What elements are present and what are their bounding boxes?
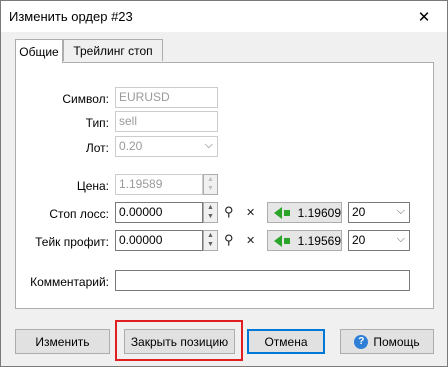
spin-up-icon: ▲ <box>207 176 214 183</box>
clear-x-icon[interactable]: ✕ <box>246 206 255 219</box>
chevron-down-icon: ⌵ <box>396 205 405 217</box>
window-title: Изменить ордер #23 <box>9 9 133 24</box>
close-position-button[interactable]: Закрыть позицию <box>124 329 235 354</box>
take-profit-points: 20 <box>352 233 366 247</box>
lot-select: 0.20 ⌵ <box>115 136 218 157</box>
spin-down-icon[interactable]: ▼ <box>204 240 217 249</box>
spin-down-icon: ▼ <box>207 185 214 192</box>
pipette-icon[interactable]: ⚲ <box>224 204 234 220</box>
take-profit-market-price: 1.19569 <box>297 233 341 248</box>
tab-general[interactable]: Общие <box>15 39 63 63</box>
stop-loss-points-select[interactable]: 20 ⌵ <box>348 202 410 223</box>
stop-loss-spinner[interactable]: ▲ ▼ <box>203 202 218 223</box>
modify-button[interactable]: Изменить <box>15 329 110 354</box>
stop-loss-label: Стоп лосс: <box>49 207 109 221</box>
type-field: sell <box>115 111 218 132</box>
cancel-button[interactable]: Отмена <box>247 329 325 354</box>
spin-down-icon[interactable]: ▼ <box>204 212 217 221</box>
take-profit-spinner[interactable]: ▲ ▼ <box>203 230 218 251</box>
lot-value: 0.20 <box>119 139 143 153</box>
tab-trailing-stop[interactable]: Трейлинг стоп <box>63 39 163 61</box>
title-bar: Изменить ордер #23 ✕ <box>1 1 447 32</box>
chevron-down-icon: ⌵ <box>204 139 213 151</box>
stop-loss-market-price: 1.19609 <box>297 205 341 220</box>
type-label: Тип: <box>85 116 109 130</box>
close-icon[interactable]: ✕ <box>401 1 447 32</box>
spin-up-icon[interactable]: ▲ <box>204 203 217 212</box>
take-profit-points-select[interactable]: 20 ⌵ <box>348 230 410 251</box>
take-profit-price-button[interactable]: 1.19569 <box>267 230 342 251</box>
take-profit-input[interactable]: 0.00000 <box>115 230 203 251</box>
comment-input[interactable] <box>115 270 410 291</box>
arrow-left-icon <box>274 234 282 247</box>
symbol-label: Символ: <box>62 92 109 106</box>
stop-loss-input[interactable]: 0.00000 <box>115 202 203 223</box>
pipette-icon[interactable]: ⚲ <box>224 232 234 248</box>
stop-loss-points: 20 <box>352 205 366 219</box>
help-button[interactable]: ? Помощь <box>340 329 434 354</box>
spin-up-icon[interactable]: ▲ <box>204 231 217 240</box>
chevron-down-icon: ⌵ <box>396 233 405 245</box>
price-spinner: ▲ ▼ <box>203 174 218 195</box>
clear-x-icon[interactable]: ✕ <box>246 234 255 247</box>
comment-label: Комментарий: <box>30 275 109 289</box>
take-profit-label: Тейк профит: <box>35 235 109 249</box>
price-field: 1.19589 <box>115 174 203 195</box>
help-icon: ? <box>354 334 369 349</box>
stop-loss-price-button[interactable]: 1.19609 <box>267 202 342 223</box>
arrow-left-icon <box>274 206 282 219</box>
lot-label: Лот: <box>85 141 109 155</box>
modify-order-dialog: Изменить ордер #23 ✕ Общие Трейлинг стоп… <box>0 0 448 367</box>
symbol-field: EURUSD <box>115 87 218 108</box>
help-label: Помощь <box>373 334 420 349</box>
price-label: Цена: <box>76 179 109 193</box>
